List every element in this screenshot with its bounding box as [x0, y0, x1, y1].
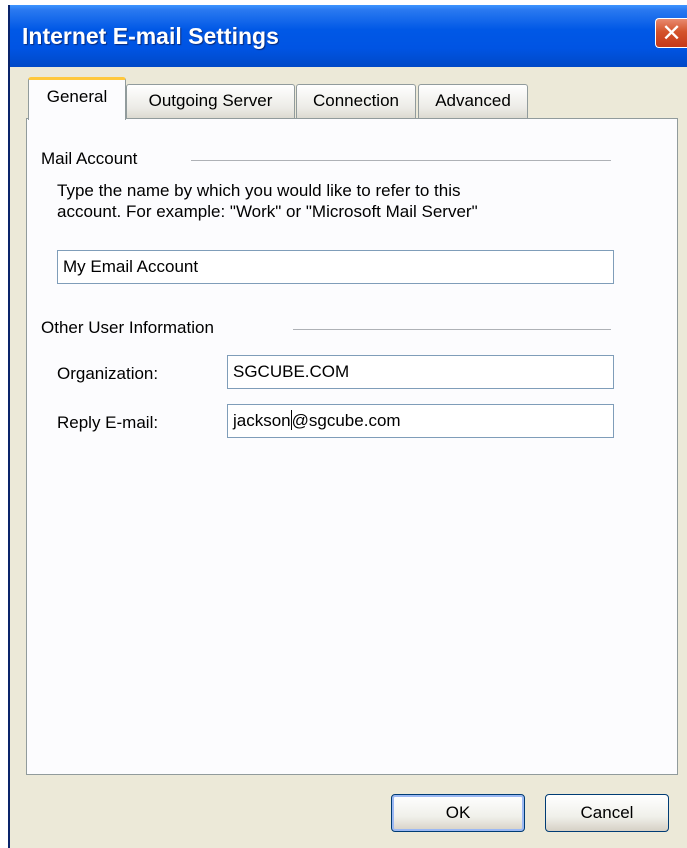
- tab-outgoing-server[interactable]: Outgoing Server: [126, 84, 295, 118]
- account-name-input[interactable]: My Email Account: [57, 250, 614, 284]
- organization-label: Organization:: [57, 364, 159, 383]
- tab-strip: General Outgoing Server Connection Advan…: [10, 67, 687, 120]
- reply-email-input[interactable]: jackson@sgcube.com: [227, 404, 614, 438]
- window-title: Internet E-mail Settings: [22, 23, 279, 49]
- ok-button[interactable]: OK: [391, 794, 525, 832]
- other-user-info-divider: [293, 329, 611, 330]
- cancel-button[interactable]: Cancel: [545, 794, 669, 832]
- title-bar[interactable]: Internet E-mail Settings ✕: [10, 5, 687, 67]
- close-icon[interactable]: ✕: [656, 19, 687, 47]
- reply-email-text-after-caret: @sgcube.com: [291, 411, 401, 430]
- tab-advanced[interactable]: Advanced: [418, 84, 528, 118]
- general-tab-panel: Mail Account Type the name by which you …: [26, 118, 678, 775]
- other-user-info-group-title: Other User Information: [41, 318, 214, 337]
- dialog-window: Internet E-mail Settings ✕ General Outgo…: [8, 5, 687, 848]
- mail-account-divider: [191, 160, 611, 161]
- organization-input[interactable]: SGCUBE.COM: [227, 355, 614, 389]
- tab-connection[interactable]: Connection: [296, 84, 416, 118]
- reply-email-label: Reply E-mail:: [57, 413, 159, 432]
- reply-email-text-before-caret: jackson: [233, 411, 291, 430]
- tab-general[interactable]: General: [28, 77, 126, 120]
- mail-account-description: Type the name by which you would like to…: [57, 180, 478, 222]
- mail-account-group-title: Mail Account: [41, 149, 138, 168]
- description-line-2: account. For example: "Work" or "Microso…: [57, 202, 478, 221]
- description-line-1: Type the name by which you would like to…: [57, 181, 461, 200]
- close-button[interactable]: ✕: [655, 18, 687, 48]
